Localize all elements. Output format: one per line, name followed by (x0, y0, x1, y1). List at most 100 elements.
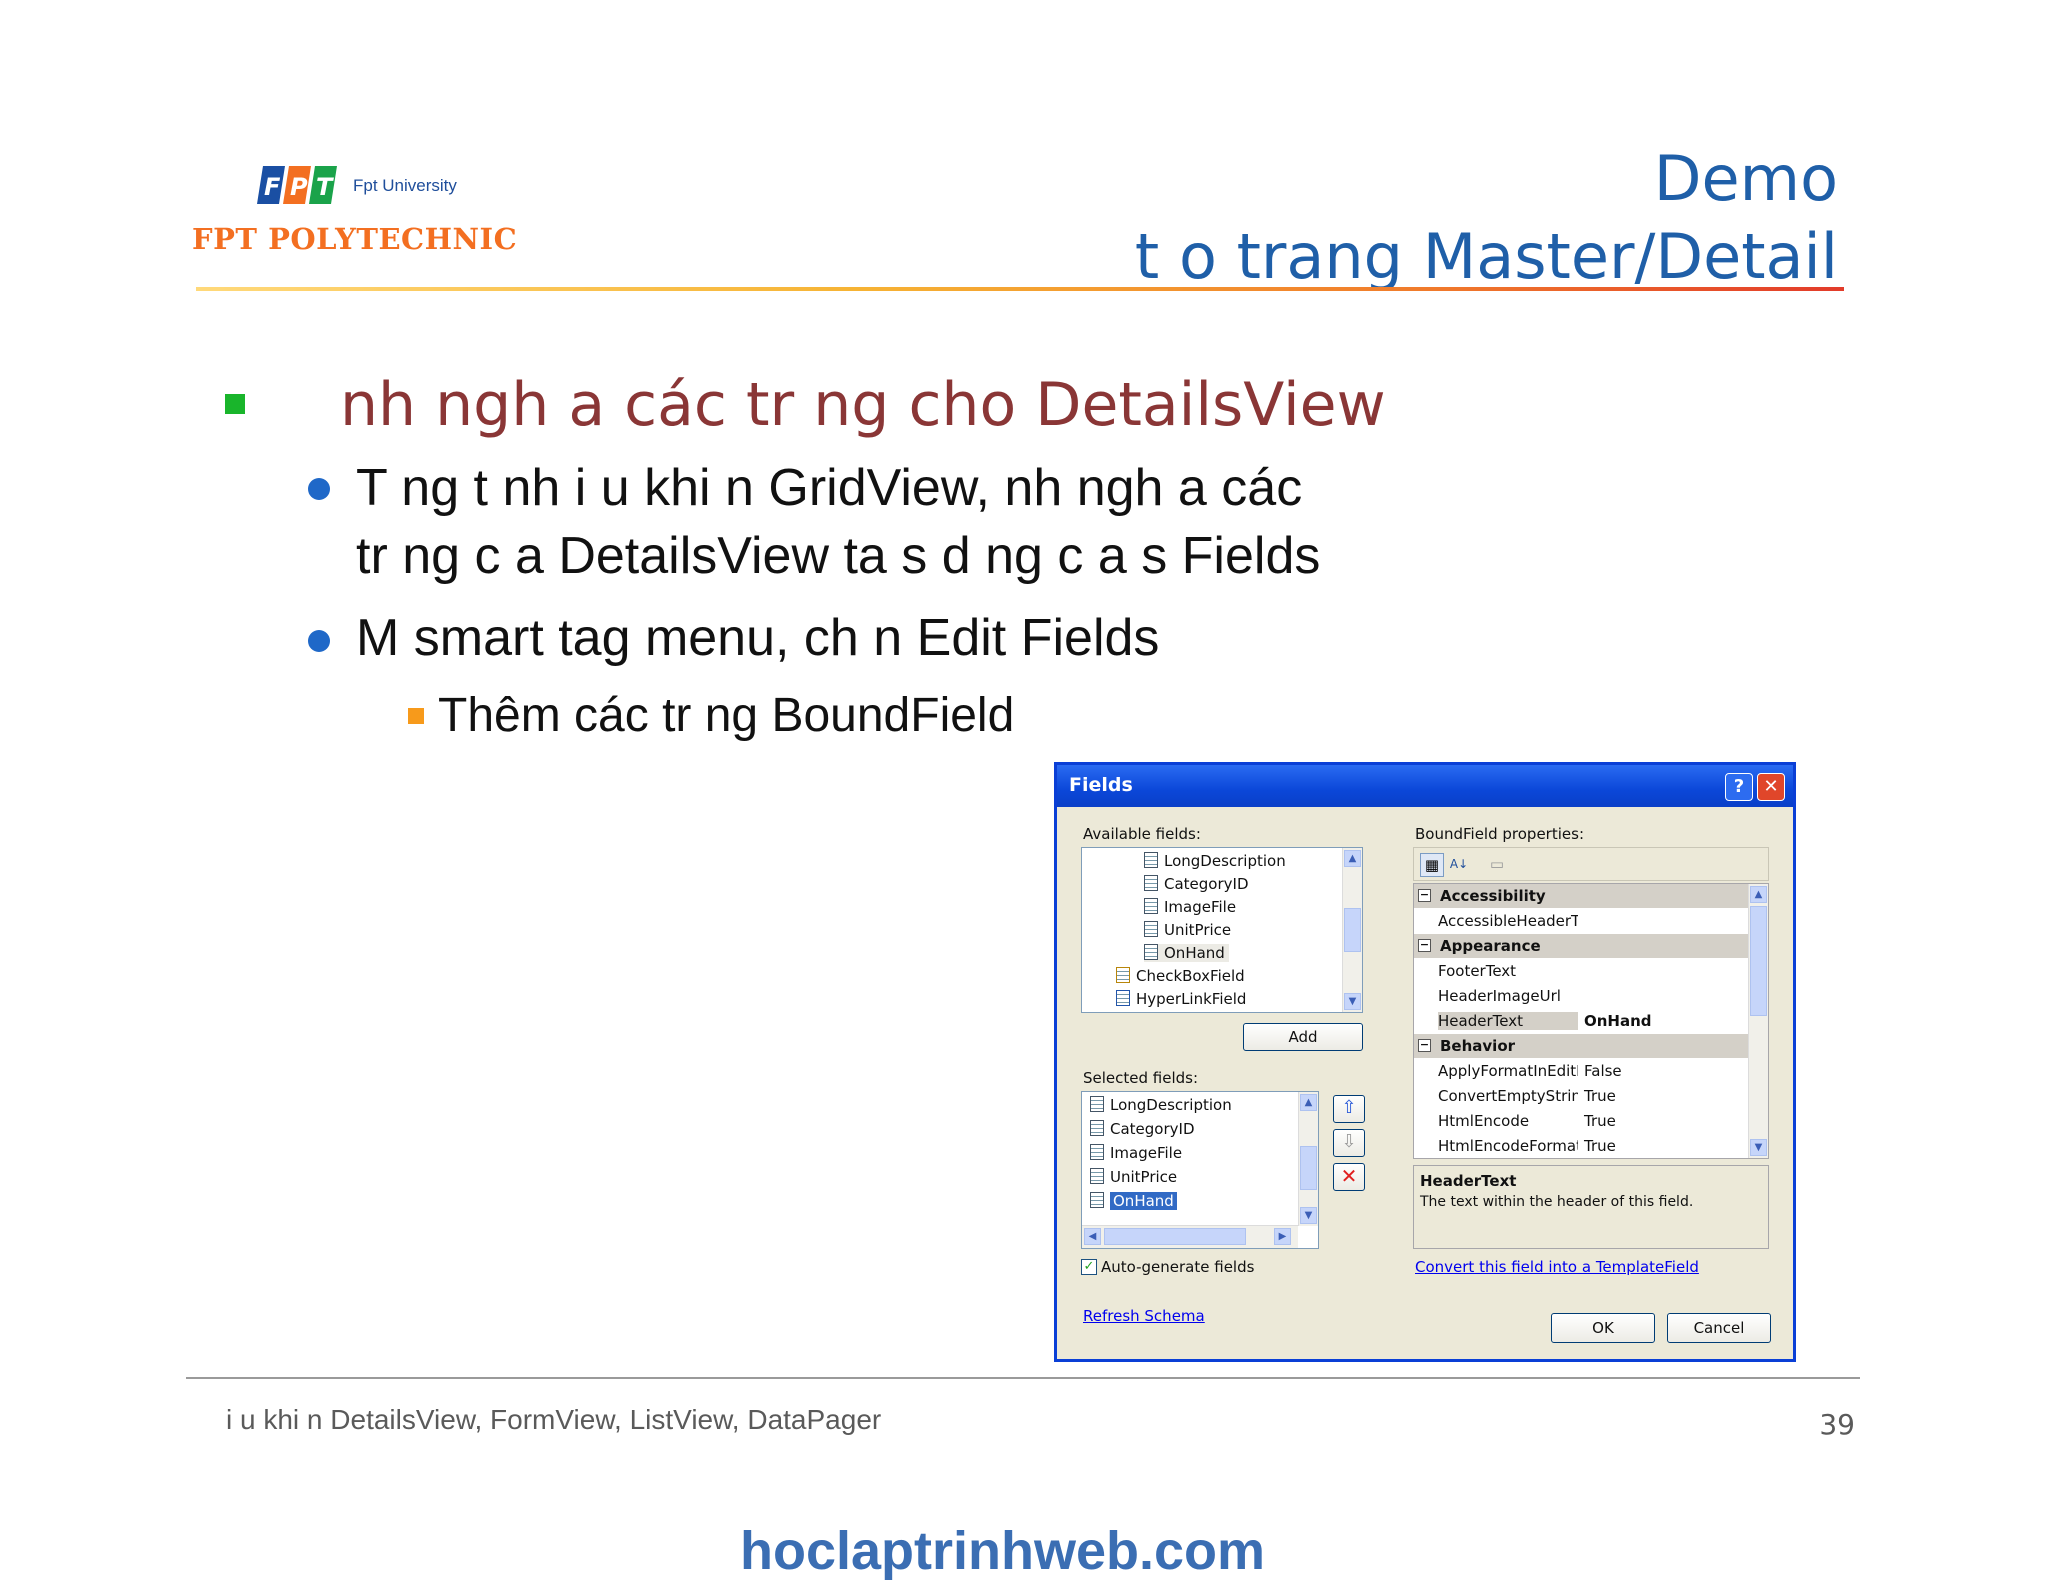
field-icon (1090, 1168, 1104, 1184)
tree-item[interactable]: ImageFile (1144, 898, 1236, 916)
field-icon (1090, 1096, 1104, 1112)
list-item[interactable]: CategoryID (1090, 1120, 1195, 1138)
bullet-item1-line1: T ng t nh i u khi n GridView, nh ngh a c… (356, 459, 1303, 517)
scroll-up-icon[interactable]: ▲ (1750, 886, 1767, 903)
property-pages-icon[interactable]: ▭ (1486, 853, 1508, 875)
auto-generate-checkbox[interactable]: ✓ (1081, 1259, 1097, 1275)
scroll-left-icon[interactable]: ◀ (1084, 1228, 1101, 1245)
slide-title-line2: t o trang Master/Detail (1134, 220, 1838, 293)
scroll-down-icon[interactable]: ▼ (1750, 1139, 1767, 1156)
property-row[interactable]: ApplyFormatInEditM False (1414, 1059, 1768, 1083)
field-icon (1144, 852, 1158, 868)
category-accessibility[interactable]: − Accessibility (1414, 884, 1768, 908)
bullet-sub-text: Thêm các tr ng BoundField (438, 689, 1015, 742)
scroll-thumb[interactable] (1300, 1146, 1317, 1190)
property-row[interactable]: HtmlEncode True (1414, 1109, 1768, 1133)
field-icon (1090, 1144, 1104, 1160)
scroll-right-icon[interactable]: ▶ (1274, 1228, 1291, 1245)
slide-title-line1: Demo (1653, 142, 1838, 215)
footer-divider (186, 1377, 1860, 1379)
bullet-item2-text: M smart tag menu, ch n Edit Fields (356, 609, 1160, 667)
scroll-down-icon[interactable]: ▼ (1344, 993, 1361, 1010)
bullet-level1-text: nh ngh a các tr ng cho DetailsView (340, 370, 1386, 440)
description-panel: HeaderText The text within the header of… (1413, 1165, 1769, 1249)
checkbox-field-icon (1116, 967, 1130, 983)
dialog-titlebar: Fields ? ✕ (1057, 765, 1793, 807)
refresh-schema-link[interactable]: Refresh Schema (1083, 1307, 1205, 1325)
svg-text:T: T (316, 173, 334, 201)
remove-field-button[interactable]: ✕ (1333, 1163, 1365, 1191)
property-row[interactable]: HeaderImageUrl (1414, 984, 1768, 1008)
property-grid[interactable]: − Accessibility AccessibleHeaderTe − Appea… (1413, 883, 1769, 1159)
field-icon (1090, 1120, 1104, 1136)
collapse-icon[interactable]: − (1418, 939, 1431, 952)
field-icon (1090, 1192, 1104, 1208)
field-icon (1144, 944, 1158, 960)
field-icon (1144, 875, 1158, 891)
property-row[interactable]: HtmlEncodeFormatS True (1414, 1134, 1768, 1158)
horizontal-scrollbar[interactable]: ◀ ▶ (1082, 1225, 1298, 1248)
page-number: 39 (1819, 1408, 1855, 1441)
collapse-icon[interactable]: − (1418, 1039, 1431, 1052)
footer-text: i u khi n DetailsView, FormView, ListVie… (226, 1404, 882, 1435)
tree-item[interactable]: HyperLinkField (1116, 990, 1246, 1008)
property-row[interactable]: FooterText (1414, 959, 1768, 983)
selected-scrollbar[interactable]: ▲ ▼ (1298, 1092, 1318, 1226)
field-icon (1144, 898, 1158, 914)
tree-item[interactable]: UnitPrice (1144, 921, 1231, 939)
available-scrollbar[interactable]: ▲ ▼ (1342, 848, 1362, 1012)
svg-text:F: F (264, 173, 281, 201)
svg-text:P: P (290, 173, 308, 201)
description-text: The text within the header of this field… (1420, 1194, 1694, 1210)
selected-fields-label: Selected fields: (1083, 1069, 1199, 1087)
scroll-thumb[interactable] (1344, 908, 1361, 952)
available-fields-label: Available fields: (1083, 825, 1201, 843)
properties-label: BoundField properties: (1415, 825, 1584, 843)
logo-polytechnic-text: FPT POLYTECHNIC (192, 222, 518, 256)
bullet-dot-icon (308, 630, 330, 652)
list-item[interactable]: ImageFile (1090, 1144, 1182, 1162)
selected-fields-list[interactable]: LongDescription CategoryID ImageFile Uni… (1081, 1091, 1319, 1249)
scroll-thumb[interactable] (1750, 906, 1767, 1016)
convert-template-link[interactable]: Convert this field into a TemplateField (1415, 1258, 1699, 1276)
alphabetical-sort-icon[interactable]: A↓ (1448, 853, 1470, 875)
move-down-button[interactable]: ⇩ (1333, 1129, 1365, 1157)
ok-button[interactable]: OK (1551, 1313, 1655, 1343)
tree-item[interactable]: LongDescription (1144, 852, 1286, 870)
tree-item[interactable]: CheckBoxField (1116, 967, 1245, 985)
property-row[interactable]: AccessibleHeaderTe (1414, 909, 1768, 933)
dialog-title: Fields (1069, 774, 1133, 796)
watermark-text: hoclaptrinhweb.com (740, 1521, 1266, 1581)
help-icon[interactable]: ? (1725, 773, 1753, 801)
tree-item-selected[interactable]: OnHand (1144, 944, 1229, 962)
move-up-button[interactable]: ⇧ (1333, 1095, 1365, 1123)
collapse-icon[interactable]: − (1418, 889, 1431, 902)
scroll-down-icon[interactable]: ▼ (1300, 1207, 1317, 1224)
hyperlink-field-icon (1116, 990, 1130, 1006)
auto-generate-label: Auto-generate fields (1101, 1258, 1255, 1276)
bullet-item1-line2: tr ng c a DetailsView ta s d ng c a s Fi… (356, 527, 1321, 585)
scroll-up-icon[interactable]: ▲ (1300, 1094, 1317, 1111)
bullet-small-square-icon (408, 708, 424, 724)
add-button[interactable]: Add (1243, 1023, 1363, 1051)
category-appearance[interactable]: − Appearance (1414, 934, 1768, 958)
category-behavior[interactable]: − Behavior (1414, 1034, 1768, 1058)
scroll-up-icon[interactable]: ▲ (1344, 850, 1361, 867)
close-icon[interactable]: ✕ (1757, 773, 1785, 801)
property-row[interactable]: ConvertEmptyString True (1414, 1084, 1768, 1108)
header-divider (196, 287, 1844, 291)
fpt-logo-icon: F P T (255, 162, 345, 208)
fields-dialog: Fields ? ✕ Available fields: LongDescrip… (1054, 762, 1796, 1362)
categorized-icon[interactable]: ▦ (1420, 853, 1444, 877)
available-fields-tree[interactable]: LongDescription CategoryID ImageFile Uni… (1081, 847, 1363, 1013)
list-item[interactable]: UnitPrice (1090, 1168, 1177, 1186)
property-row-selected[interactable]: HeaderText OnHand (1414, 1009, 1768, 1033)
list-item-selected[interactable]: OnHand (1090, 1192, 1177, 1210)
field-icon (1144, 921, 1158, 937)
list-item[interactable]: LongDescription (1090, 1096, 1232, 1114)
scroll-thumb[interactable] (1104, 1228, 1246, 1245)
cancel-button[interactable]: Cancel (1667, 1313, 1771, 1343)
property-scrollbar[interactable]: ▲ ▼ (1748, 884, 1768, 1158)
bullet-square-icon (225, 394, 245, 414)
tree-item[interactable]: CategoryID (1144, 875, 1249, 893)
